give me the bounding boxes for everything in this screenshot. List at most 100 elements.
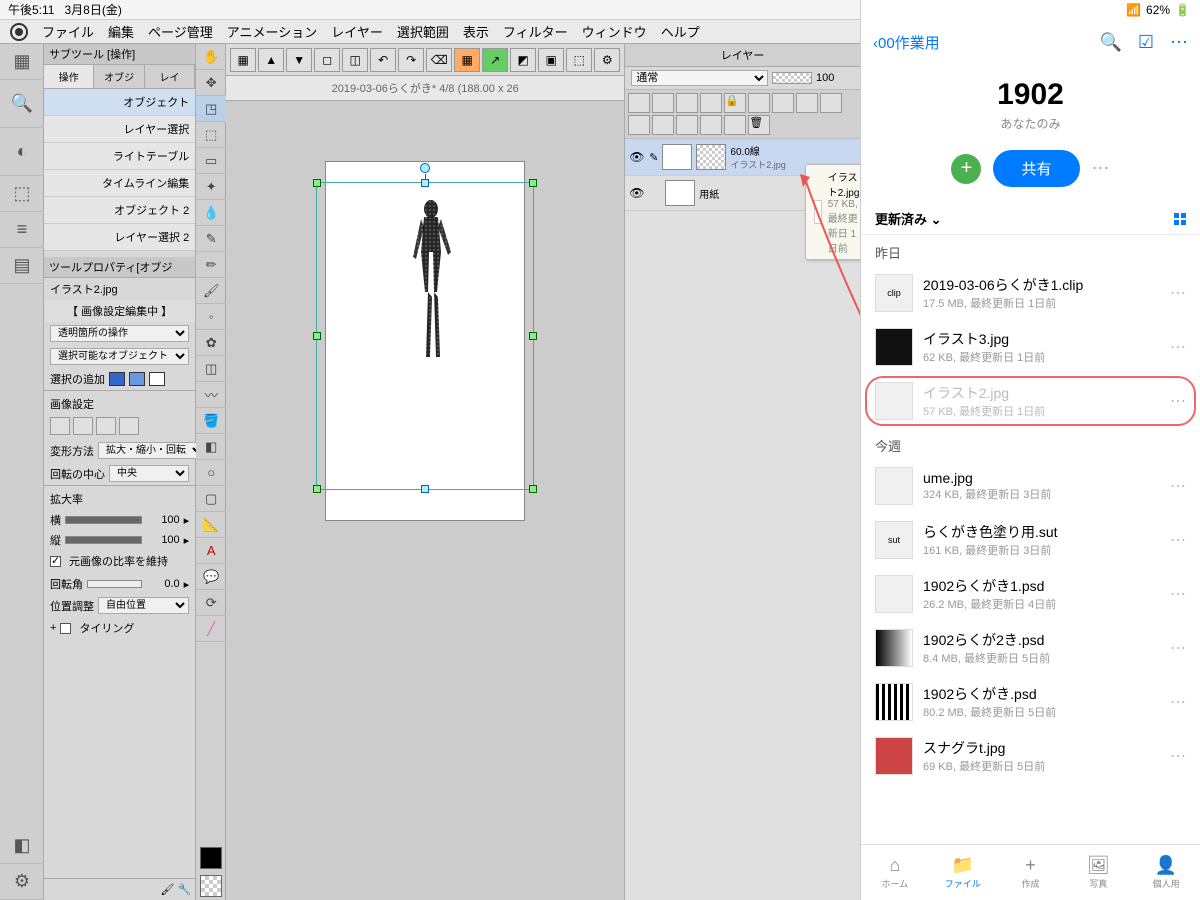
tab-operate[interactable]: 操作	[44, 65, 94, 88]
file-more-icon[interactable]: ⋯	[1170, 476, 1186, 496]
tab-layer[interactable]: レイ	[145, 65, 195, 88]
lyr-btn1[interactable]	[628, 93, 650, 113]
sort-dropdown[interactable]: 更新済み ⌄	[875, 209, 942, 228]
imgset-btn3[interactable]	[96, 417, 116, 435]
lyr-btn14[interactable]	[724, 115, 746, 135]
scale-h-value[interactable]: 100	[146, 534, 180, 546]
layer-opacity[interactable]: 100	[816, 72, 854, 84]
decoration-tool-icon[interactable]: ✿	[196, 330, 226, 356]
ctb-redo-icon[interactable]: ↷	[398, 48, 424, 72]
scale-w-value[interactable]: 100	[146, 514, 180, 526]
lyr-lock-icon[interactable]: 🔒	[724, 93, 746, 113]
position-mode[interactable]: 自由位置	[98, 597, 189, 614]
rotation-center[interactable]: 中央	[109, 465, 189, 482]
more-icon[interactable]: ⋯	[1170, 32, 1188, 53]
file-more-icon[interactable]: ⋯	[1170, 692, 1186, 712]
addsel-mode2-icon[interactable]	[129, 372, 145, 386]
scale-h-arrow-icon[interactable]: ▸	[184, 534, 190, 547]
transparent-swatch[interactable]	[200, 875, 222, 897]
visibility-icon[interactable]: 👁	[629, 150, 645, 164]
tab-photos[interactable]: 🖼写真	[1064, 845, 1132, 900]
menu-anim[interactable]: アニメーション	[227, 22, 317, 41]
tab-files[interactable]: 📁ファイル	[929, 845, 997, 900]
ctb-undo-icon[interactable]: ↶	[370, 48, 396, 72]
ctb-clear-icon[interactable]: ⌫	[426, 48, 452, 72]
file-row[interactable]: sut らくがき色塗り用.sut161 KB, 最終更新日 3日前 ⋯	[861, 513, 1200, 567]
select-rect-tool-icon[interactable]: ▭	[196, 148, 226, 174]
file-more-icon[interactable]: ⋯	[1170, 337, 1186, 357]
tool-layers-icon[interactable]: ▤	[0, 248, 44, 284]
tab-object[interactable]: オブジ	[94, 65, 144, 88]
tab-create[interactable]: +作成	[997, 845, 1065, 900]
eraser-tool-icon[interactable]: ◫	[196, 356, 226, 382]
lyr-btn3[interactable]	[676, 93, 698, 113]
tool-grid-icon[interactable]: ▦	[0, 44, 44, 80]
handle-br[interactable]	[529, 485, 537, 493]
pencil-tool-icon[interactable]: ✏	[196, 252, 226, 278]
tool-color-icon[interactable]: ◐	[0, 128, 44, 176]
menu-file[interactable]: ファイル	[42, 22, 94, 41]
lyr-btn4[interactable]	[700, 93, 722, 113]
lyr-btn13[interactable]	[700, 115, 722, 135]
tool-timeline-icon[interactable]: ≡	[0, 212, 44, 248]
subtool-object[interactable]: オブジェクト	[44, 89, 195, 116]
handle-tr[interactable]	[529, 179, 537, 187]
tool-film-icon[interactable]: ⬚	[0, 176, 44, 212]
menu-page[interactable]: ページ管理	[148, 22, 213, 41]
lyr-btn11[interactable]	[652, 115, 674, 135]
keep-ratio-checkbox[interactable]	[50, 556, 61, 567]
scale-w-arrow-icon[interactable]: ▸	[184, 514, 190, 527]
file-more-icon[interactable]: ⋯	[1170, 391, 1186, 411]
figure-tool-icon[interactable]: ○	[196, 460, 226, 486]
visibility-icon[interactable]: 👁	[629, 186, 645, 200]
subtool-timeline[interactable]: タイムライン編集	[44, 170, 195, 197]
menu-window[interactable]: ウィンドウ	[582, 22, 647, 41]
text-tool-icon[interactable]: A	[196, 538, 226, 564]
prop-transparent-op[interactable]: 透明箇所の操作	[50, 325, 189, 342]
rotation-value[interactable]: 0.0	[146, 578, 180, 590]
lyr-btn8[interactable]	[796, 93, 818, 113]
file-row[interactable]: スナグラt.jpg69 KB, 最終更新日 5日前 ⋯	[861, 729, 1200, 783]
handle-bl[interactable]	[313, 485, 321, 493]
tab-personal[interactable]: 👤個人用	[1132, 845, 1200, 900]
file-row[interactable]: 1902らくがき1.psd26.2 MB, 最終更新日 4日前 ⋯	[861, 567, 1200, 621]
tiling-checkbox[interactable]	[60, 623, 71, 634]
ctb-material-icon[interactable]: ⬚	[566, 48, 592, 72]
brush-tool-icon[interactable]: 🖌	[196, 278, 226, 304]
correct-tool-icon[interactable]: ⟳	[196, 590, 226, 616]
add-button[interactable]: +	[951, 154, 981, 184]
search-icon[interactable]: 🔍	[1099, 32, 1121, 53]
addsel-mode-icon[interactable]	[109, 372, 125, 386]
addsel-mode3-icon[interactable]	[149, 372, 165, 386]
imgset-btn4[interactable]	[119, 417, 139, 435]
document-tab[interactable]: 2019-03-06らくがき* 4/8 (188.00 x 26	[226, 76, 624, 101]
transform-method[interactable]: 拡大・縮小・回転	[98, 442, 206, 459]
ctb-screen-icon[interactable]: ◻	[314, 48, 340, 72]
back-button[interactable]: ‹00作業用	[873, 32, 940, 53]
handle-mr[interactable]	[529, 332, 537, 340]
menu-select[interactable]: 選択範囲	[397, 22, 449, 41]
subtool-light-table[interactable]: ライトテーブル	[44, 143, 195, 170]
ctb-sel1-icon[interactable]: ▦	[454, 48, 480, 72]
file-more-icon[interactable]: ⋯	[1170, 746, 1186, 766]
file-row[interactable]: 1902らくがき.psd80.2 MB, 最終更新日 5日前 ⋯	[861, 675, 1200, 729]
handle-ml[interactable]	[313, 332, 321, 340]
rotation-handle[interactable]	[420, 163, 430, 173]
file-row[interactable]: ume.jpg324 KB, 最終更新日 3日前 ⋯	[861, 459, 1200, 513]
line-tool-icon[interactable]: ╱	[196, 616, 226, 642]
file-more-icon[interactable]: ⋯	[1170, 584, 1186, 604]
operation-tool-icon[interactable]: ◳	[196, 96, 226, 122]
ctb-sel3-icon[interactable]: ◩	[510, 48, 536, 72]
scale-w-slider[interactable]	[65, 516, 142, 524]
scale-h-slider[interactable]	[65, 536, 142, 544]
lyr-btn6[interactable]	[748, 93, 770, 113]
blend-mode[interactable]: 通常	[631, 70, 768, 86]
lyr-trash-icon[interactable]: 🗑	[748, 115, 770, 135]
subtool-layer-select[interactable]: レイヤー選択	[44, 116, 195, 143]
wrench-icon[interactable]: 🔧	[178, 883, 192, 896]
gradient-tool-icon[interactable]: ◧	[196, 434, 226, 460]
rotation-arrow-icon[interactable]: ▸	[184, 578, 190, 591]
imgset-btn2[interactable]	[73, 417, 93, 435]
ctb-grid-icon[interactable]: ▦	[230, 48, 256, 72]
move-tool-icon[interactable]: ✥	[196, 70, 226, 96]
